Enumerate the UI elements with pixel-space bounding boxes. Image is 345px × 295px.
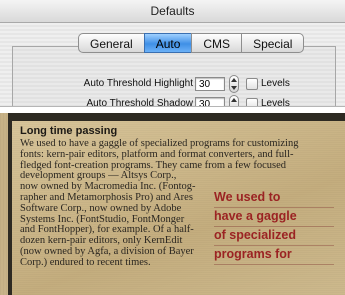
setting-row-shadow: Auto Threshold Shadow 30 Levels — [13, 95, 343, 107]
shadow-label: Auto Threshold Shadow — [86, 98, 193, 107]
stepper-down-icon[interactable] — [231, 106, 237, 107]
article-line: fonts: kern-pair editors, platform and f… — [20, 148, 294, 160]
pull-quote-line: programs for — [214, 246, 334, 265]
stepper-up-icon[interactable] — [231, 98, 237, 102]
highlight-levels-label: Levels — [261, 78, 290, 89]
shadow-threshold-stepper[interactable] — [229, 95, 239, 107]
shadow-threshold-field[interactable]: 30 — [195, 97, 225, 106]
shadow-levels-label: Levels — [261, 98, 290, 107]
highlight-levels-checkbox[interactable] — [246, 78, 258, 90]
defaults-window: Defaults Auto Threshold Highlight 30 Lev… — [0, 0, 345, 107]
window-title: Defaults — [0, 0, 345, 23]
highlight-threshold-field[interactable]: 30 — [195, 77, 225, 91]
pull-quote-line: We used to — [214, 189, 334, 208]
window-content: Auto Threshold Highlight 30 Levels Auto … — [0, 23, 345, 106]
newspaper-clipping: Long time passing We used to have a gagg… — [0, 113, 345, 295]
clipping-headline: Long time passing — [20, 125, 118, 137]
tab-cms[interactable]: CMS — [191, 33, 243, 53]
highlight-threshold-stepper[interactable] — [229, 75, 239, 93]
tab-bar: General Auto CMS Special — [78, 33, 305, 55]
tab-special[interactable]: Special — [241, 33, 305, 53]
shadow-levels-checkbox[interactable] — [246, 98, 258, 106]
stepper-down-icon[interactable] — [231, 86, 237, 90]
pull-quote: We used to have a gaggle of specialized … — [214, 189, 334, 265]
highlight-label: Auto Threshold Highlight — [83, 78, 193, 89]
pull-quote-line: have a gaggle — [214, 208, 334, 227]
tab-panel: Auto Threshold Highlight 30 Levels Auto … — [12, 46, 336, 106]
tab-general[interactable]: General — [78, 33, 145, 53]
setting-row-highlight: Auto Threshold Highlight 30 Levels — [13, 75, 343, 94]
tab-auto[interactable]: Auto — [143, 33, 193, 53]
stepper-up-icon[interactable] — [231, 78, 237, 82]
pull-quote-line: of specialized — [214, 227, 334, 246]
